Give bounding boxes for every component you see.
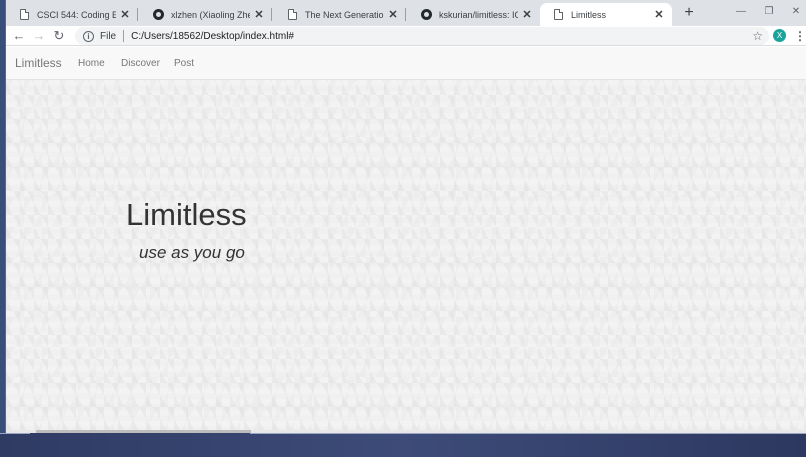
nav-link-home[interactable]: Home <box>78 58 105 69</box>
tab-next-generation[interactable]: The Next Generation of Dis ✕ <box>274 3 406 26</box>
back-arrow-icon[interactable]: ← <box>10 27 28 45</box>
hero-title: Limitless <box>126 197 247 232</box>
tab-close-icon[interactable]: ✕ <box>388 8 398 21</box>
maximize-button[interactable]: ❐ <box>758 4 780 20</box>
tab-close-icon[interactable]: ✕ <box>522 8 532 21</box>
reload-icon[interactable]: ↻ <box>50 27 68 45</box>
site-brand-link[interactable]: Limitless <box>15 56 62 70</box>
tab-title: CSCI 544: Coding Exercise 2 <box>37 9 116 20</box>
browser-menu-icon[interactable]: ⋮ <box>794 27 806 45</box>
new-tab-button[interactable]: + <box>680 4 698 22</box>
scheme-label: File <box>100 30 117 42</box>
github-icon <box>420 9 432 21</box>
document-icon <box>286 9 298 21</box>
forward-arrow-icon[interactable]: → <box>30 27 48 45</box>
github-icon <box>152 9 164 21</box>
nav-link-discover[interactable]: Discover <box>121 58 160 69</box>
url-text[interactable]: C:/Users/18562/Desktop/index.html# <box>131 31 294 42</box>
tab-title: xlzhen (Xiaoling Zheng) <box>171 9 250 20</box>
tab-csci-544[interactable]: CSCI 544: Coding Exercise 2 ✕ <box>6 3 138 26</box>
tab-title: kskurian/limitless: IOTA bas <box>439 9 518 20</box>
page-viewport: Limitless Home Discover Post Limitless u… <box>6 47 806 433</box>
desktop-background <box>0 433 806 457</box>
site-navbar: Limitless Home Discover Post <box>6 47 806 80</box>
document-icon <box>18 9 30 21</box>
close-window-button[interactable]: ✕ <box>785 4 806 20</box>
profile-avatar[interactable]: X <box>773 29 786 42</box>
nav-link-post[interactable]: Post <box>174 58 194 69</box>
tab-close-icon[interactable]: ✕ <box>254 8 264 21</box>
browser-window: CSCI 544: Coding Exercise 2 ✕ xlzhen (Xi… <box>5 0 806 433</box>
browser-toolbar: ← → ↻ i File C:/Users/18562/Desktop/inde… <box>6 26 806 46</box>
tab-kskurian-limitless[interactable]: kskurian/limitless: IOTA bas ✕ <box>408 3 540 26</box>
tab-xlzhen[interactable]: xlzhen (Xiaoling Zheng) ✕ <box>140 3 272 26</box>
hero-subtitle: use as you go <box>139 243 245 262</box>
minimize-button[interactable]: — <box>730 4 752 20</box>
tab-limitless[interactable]: Limitless ✕ <box>540 3 672 26</box>
tab-close-icon[interactable]: ✕ <box>120 8 130 21</box>
bookmark-star-icon[interactable]: ☆ <box>752 27 763 45</box>
tab-title: Limitless <box>571 9 607 20</box>
address-bar[interactable]: i File C:/Users/18562/Desktop/index.html… <box>75 27 769 45</box>
info-icon[interactable]: i <box>83 30 94 42</box>
tab-close-icon[interactable]: ✕ <box>654 8 664 21</box>
tab-strip: CSCI 544: Coding Exercise 2 ✕ xlzhen (Xi… <box>6 0 806 26</box>
document-icon <box>552 9 564 21</box>
tab-title: The Next Generation of Dis <box>305 9 384 20</box>
